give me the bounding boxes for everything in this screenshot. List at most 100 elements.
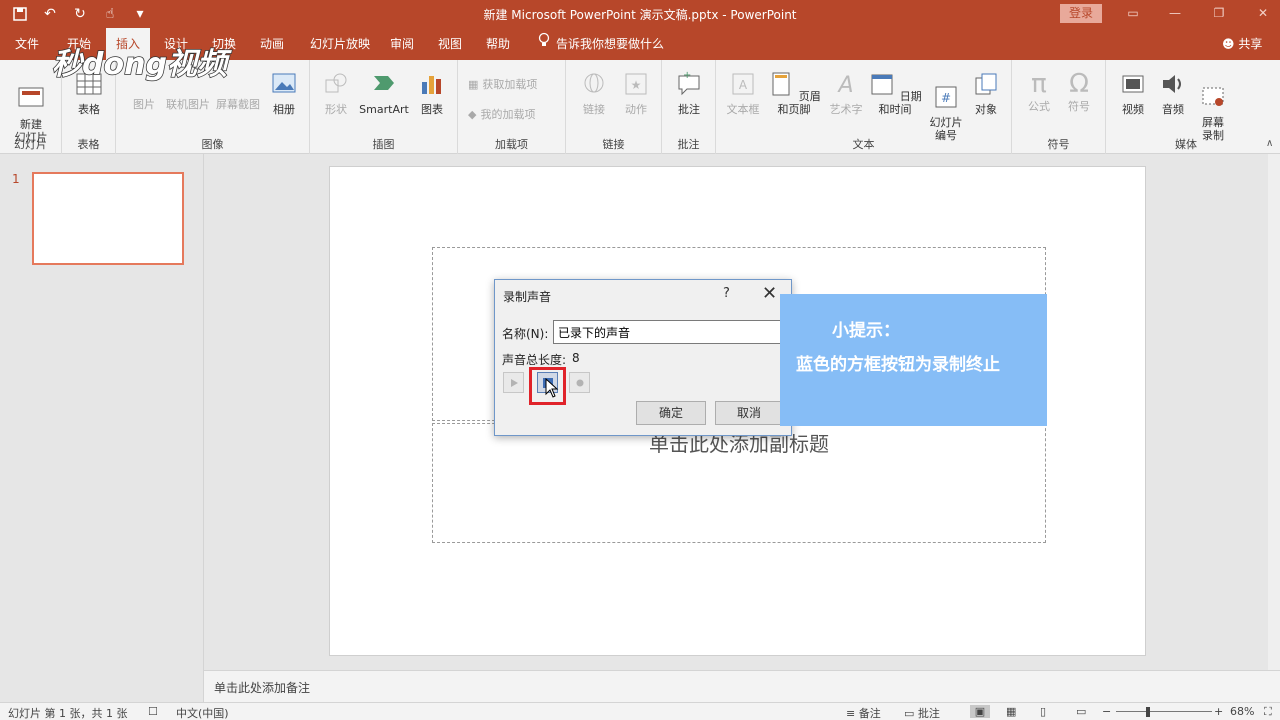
slide-sorter-icon[interactable]: ▦: [1006, 705, 1016, 718]
tell-me-search[interactable]: 告诉我你想要做什么: [538, 28, 664, 60]
tip-title: 小提示：: [832, 321, 900, 341]
header-footer-icon: [772, 72, 790, 96]
reading-view-icon[interactable]: ▯: [1040, 705, 1046, 718]
tab-slideshow[interactable]: 幻灯片放映: [302, 28, 378, 60]
zoom-level[interactable]: 68%: [1230, 705, 1254, 718]
zoom-out-icon[interactable]: −: [1102, 705, 1111, 718]
dialog-help-button[interactable]: ?: [723, 286, 730, 301]
record-sound-dialog: 录制声音 ? ✕ 名称(N): 声音总长度: 8 确定 取消: [494, 279, 793, 436]
album-button[interactable]: 相册: [264, 70, 304, 116]
ok-button[interactable]: 确定: [636, 401, 706, 425]
comments-toggle-button[interactable]: ▭ 批注: [904, 705, 940, 720]
group-text-label: 文本: [852, 138, 875, 151]
minimize-icon[interactable]: —: [1160, 3, 1190, 23]
tip-body: 蓝色的方框按钮为录制终止: [796, 355, 1000, 375]
maximize-icon[interactable]: ❐: [1204, 3, 1234, 23]
person-icon: ☻: [1222, 37, 1235, 51]
zoom-slider-thumb[interactable]: [1146, 707, 1150, 717]
wordart-button[interactable]: A 艺术字: [826, 70, 866, 116]
group-symbols-label: 符号: [1047, 138, 1070, 151]
chart-icon: [422, 76, 441, 94]
length-value: 8: [572, 351, 580, 365]
link-button[interactable]: 链接: [576, 70, 612, 116]
group-comments: + 批注 批注: [662, 60, 716, 154]
screen-recording-icon: [1202, 87, 1224, 106]
tab-review[interactable]: 审阅: [384, 28, 420, 60]
group-links-label: 链接: [602, 138, 625, 151]
slide-number-button[interactable]: # 幻灯片 编号: [926, 70, 966, 142]
get-addins-button[interactable]: ▦ 获取加载项: [468, 76, 537, 92]
fit-to-window-icon[interactable]: ⛶: [1264, 705, 1272, 719]
video-icon: [1122, 75, 1144, 93]
screen-recording-button[interactable]: 屏幕 录制: [1194, 70, 1232, 142]
audio-button[interactable]: 音频: [1154, 70, 1192, 116]
language-indicator[interactable]: 中文(中国): [176, 705, 229, 720]
tab-view[interactable]: 视图: [432, 28, 468, 60]
textbox-button[interactable]: A 文本框: [722, 70, 764, 116]
group-addins-label: 加载项: [495, 138, 528, 151]
notes-toggle-button[interactable]: ≡ 备注: [846, 705, 881, 720]
dialog-close-icon[interactable]: ✕: [762, 283, 777, 304]
comment-button[interactable]: + 批注: [670, 70, 708, 116]
comments-icon: ▭: [904, 707, 915, 720]
collapse-ribbon-icon[interactable]: ∧: [1266, 138, 1273, 149]
my-addins-label: 我的加载项: [480, 108, 536, 121]
shapes-button[interactable]: 形状: [316, 70, 356, 116]
smartart-button[interactable]: SmartArt: [356, 70, 412, 116]
group-slides-label: 幻灯片: [14, 138, 47, 151]
notes-placeholder: 单击此处添加备注: [214, 681, 311, 695]
zoom-in-icon[interactable]: +: [1214, 705, 1223, 718]
play-button[interactable]: [503, 372, 524, 393]
group-comments-label: 批注: [677, 138, 700, 151]
notes-toggle-label: 备注: [858, 707, 881, 720]
video-label: 视频: [1122, 103, 1144, 116]
omega-icon: Ω: [1069, 69, 1089, 99]
subtitle-placeholder[interactable]: 单击此处添加副标题: [432, 423, 1046, 543]
datetime-button[interactable]: 日期和时间: [864, 70, 926, 116]
object-button[interactable]: 对象: [968, 70, 1004, 116]
svg-text:#: #: [941, 91, 951, 105]
tab-animations[interactable]: 动画: [252, 28, 292, 60]
slide-thumbnail[interactable]: [32, 172, 184, 265]
symbol-button[interactable]: Ω 符号: [1060, 70, 1098, 113]
picture-button[interactable]: 图片: [124, 98, 164, 111]
online-picture-button[interactable]: 联机图片: [162, 98, 214, 111]
zoom-slider[interactable]: [1116, 711, 1212, 712]
share-button[interactable]: ☻ 共享: [1222, 28, 1262, 60]
tab-file[interactable]: 文件: [8, 28, 46, 60]
spellcheck-icon[interactable]: ☐: [148, 705, 158, 718]
close-window-icon[interactable]: ✕: [1248, 3, 1278, 23]
chart-label: 图表: [421, 103, 443, 116]
status-bar: 幻灯片 第 1 张，共 1 张 ☐ 中文(中国) ≡ 备注 ▭ 批注 ▣ ▦ ▯…: [0, 702, 1280, 720]
sound-name-input[interactable]: [553, 320, 793, 344]
globe-link-icon: [584, 73, 604, 93]
ribbon-display-options-icon[interactable]: ▭: [1118, 3, 1148, 23]
get-addins-label: 获取加载项: [482, 78, 538, 91]
login-button[interactable]: 登录: [1060, 4, 1102, 23]
screenshot-button[interactable]: 屏幕截图: [212, 98, 264, 111]
shapes-label: 形状: [325, 103, 347, 116]
equation-button[interactable]: π 公式: [1020, 70, 1058, 113]
header-footer-button[interactable]: 页眉和页脚: [764, 70, 824, 116]
group-illustrations: 形状 SmartArt 图表 插图: [310, 60, 458, 154]
svg-text:+: +: [683, 70, 691, 81]
group-media-label: 媒体: [1175, 138, 1197, 151]
textbox-icon: A: [732, 73, 754, 95]
group-tables-label: 表格: [77, 138, 100, 151]
group-links: 链接 ★ 动作 链接: [566, 60, 662, 154]
speaker-icon: [1163, 75, 1181, 93]
record-button[interactable]: [569, 372, 590, 393]
my-addins-button[interactable]: ◆ 我的加载项: [468, 106, 535, 122]
cancel-button[interactable]: 取消: [715, 401, 783, 425]
chart-button[interactable]: 图表: [414, 70, 450, 116]
slideshow-view-icon[interactable]: ▭: [1076, 705, 1086, 718]
notes-pane[interactable]: 单击此处添加备注: [204, 670, 1280, 702]
album-label: 相册: [273, 103, 295, 116]
wordart-label: 艺术字: [829, 103, 863, 116]
tab-help[interactable]: 帮助: [480, 28, 516, 60]
action-button[interactable]: ★ 动作: [618, 70, 654, 116]
video-button[interactable]: 视频: [1114, 70, 1152, 116]
addin-icon: ◆: [468, 107, 477, 121]
normal-view-icon[interactable]: ▣: [970, 705, 990, 718]
vertical-scrollbar[interactable]: [1268, 154, 1280, 670]
